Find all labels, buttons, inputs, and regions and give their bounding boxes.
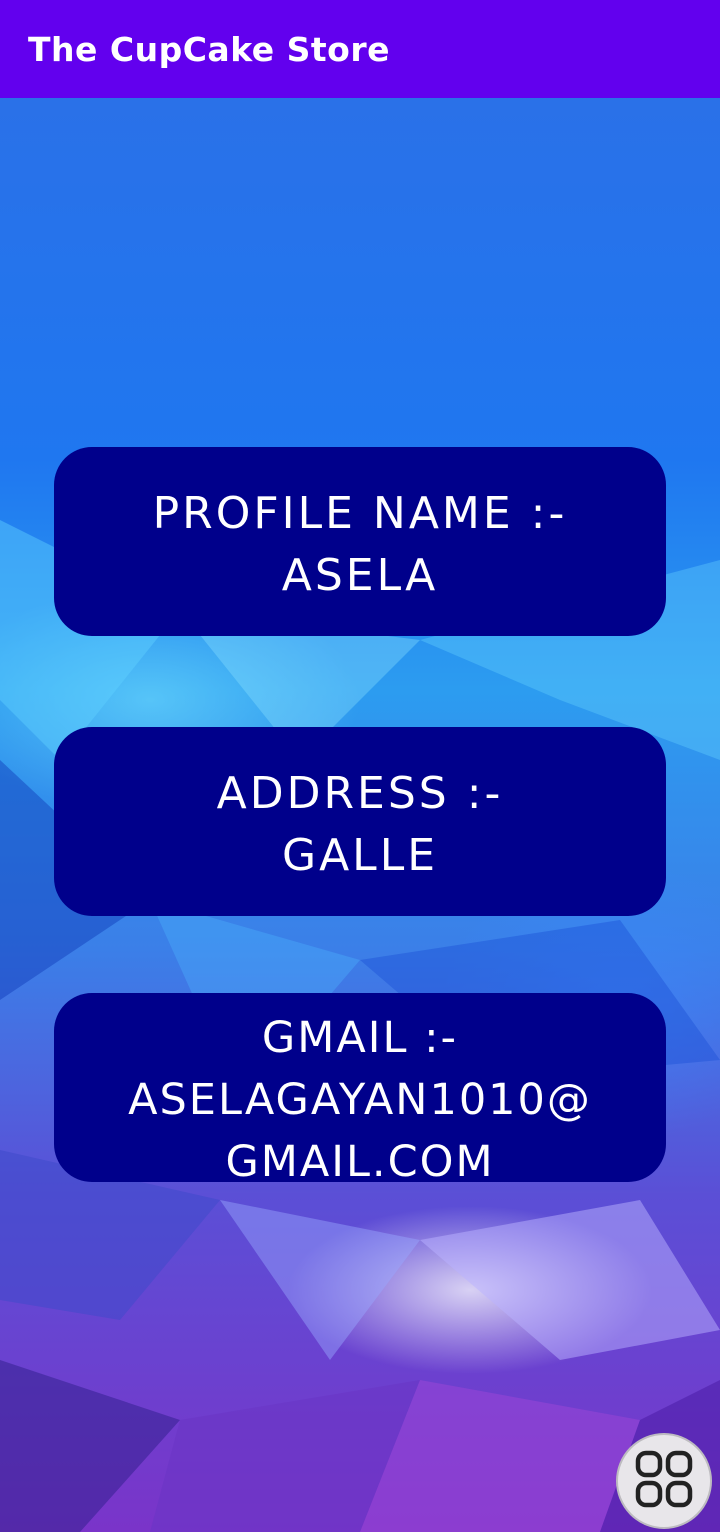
address-value: GALLE: [281, 830, 439, 881]
profile-name-value: ASELA: [281, 550, 439, 601]
gmail-label: GMAIL :-: [261, 1013, 459, 1063]
gmail-card[interactable]: GMAIL :- ASELAGAYAN1010@ GMAIL.COM: [54, 993, 666, 1182]
grid-menu-button[interactable]: [616, 1433, 712, 1529]
grid-icon: [634, 1449, 694, 1513]
profile-name-card[interactable]: PROFILE NAME :- ASELA: [54, 447, 666, 636]
app-bar: The CupCake Store: [0, 0, 720, 98]
address-label: ADDRESS :-: [216, 768, 504, 819]
address-card[interactable]: ADDRESS :- GALLE: [54, 727, 666, 916]
gmail-value-line2: GMAIL.COM: [225, 1137, 495, 1182]
gmail-value-line1: ASELAGAYAN1010@: [128, 1075, 592, 1125]
profile-name-label: PROFILE NAME :-: [152, 488, 568, 539]
app-title: The CupCake Store: [28, 29, 390, 69]
